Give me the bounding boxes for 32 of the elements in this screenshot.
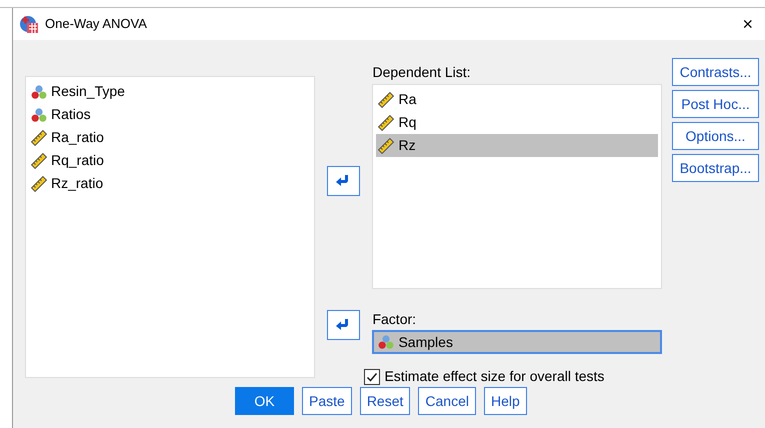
list-item[interactable]: Rq [376, 111, 658, 134]
nominal-variable-icon [31, 84, 47, 100]
close-button[interactable]: × [738, 15, 757, 33]
list-item[interactable]: Ra_ratio [29, 126, 311, 149]
list-item[interactable]: Ra [376, 88, 658, 111]
dialog-button[interactable]: OK [235, 387, 294, 415]
dialog-button[interactable]: Contrasts... [672, 58, 759, 86]
dialog-button[interactable]: Cancel [418, 387, 476, 415]
nominal-variable-icon [31, 106, 47, 122]
factor-label: Factor: [372, 310, 418, 329]
list-item[interactable]: Rq_ratio [29, 149, 311, 172]
factor-field[interactable]: Samples [372, 330, 662, 354]
dialog-button[interactable]: Reset [360, 387, 410, 415]
dialog-button[interactable]: Post Hoc... [672, 90, 759, 118]
move-arrow-button[interactable] [326, 310, 360, 340]
checkbox-label: Estimate effect size for overall tests [384, 367, 604, 386]
dependent-list[interactable]: Ra Rq Rz [372, 84, 662, 289]
dialog-button[interactable]: Bootstrap... [672, 154, 759, 182]
window-title: One-Way ANOVA [45, 15, 148, 34]
dialog-button[interactable]: Help [484, 387, 527, 415]
dialog-button[interactable]: Options... [672, 122, 759, 150]
dialog-button[interactable]: Paste [302, 387, 352, 415]
checkbox[interactable] [364, 368, 380, 384]
nominal-variable-icon [378, 334, 394, 350]
move-arrow-button[interactable] [326, 166, 360, 196]
variable-list[interactable]: Resin_Type Ratios Ra_ratio Rq_ratio Rz_ratio [25, 76, 315, 378]
app-icon [19, 14, 39, 34]
list-item[interactable]: Rz [376, 134, 658, 157]
list-item[interactable]: Rz_ratio [29, 172, 311, 195]
list-item[interactable]: Resin_Type [29, 80, 311, 103]
list-item[interactable]: Ratios [29, 103, 311, 126]
dependent-list-label: Dependent List: [372, 63, 472, 82]
